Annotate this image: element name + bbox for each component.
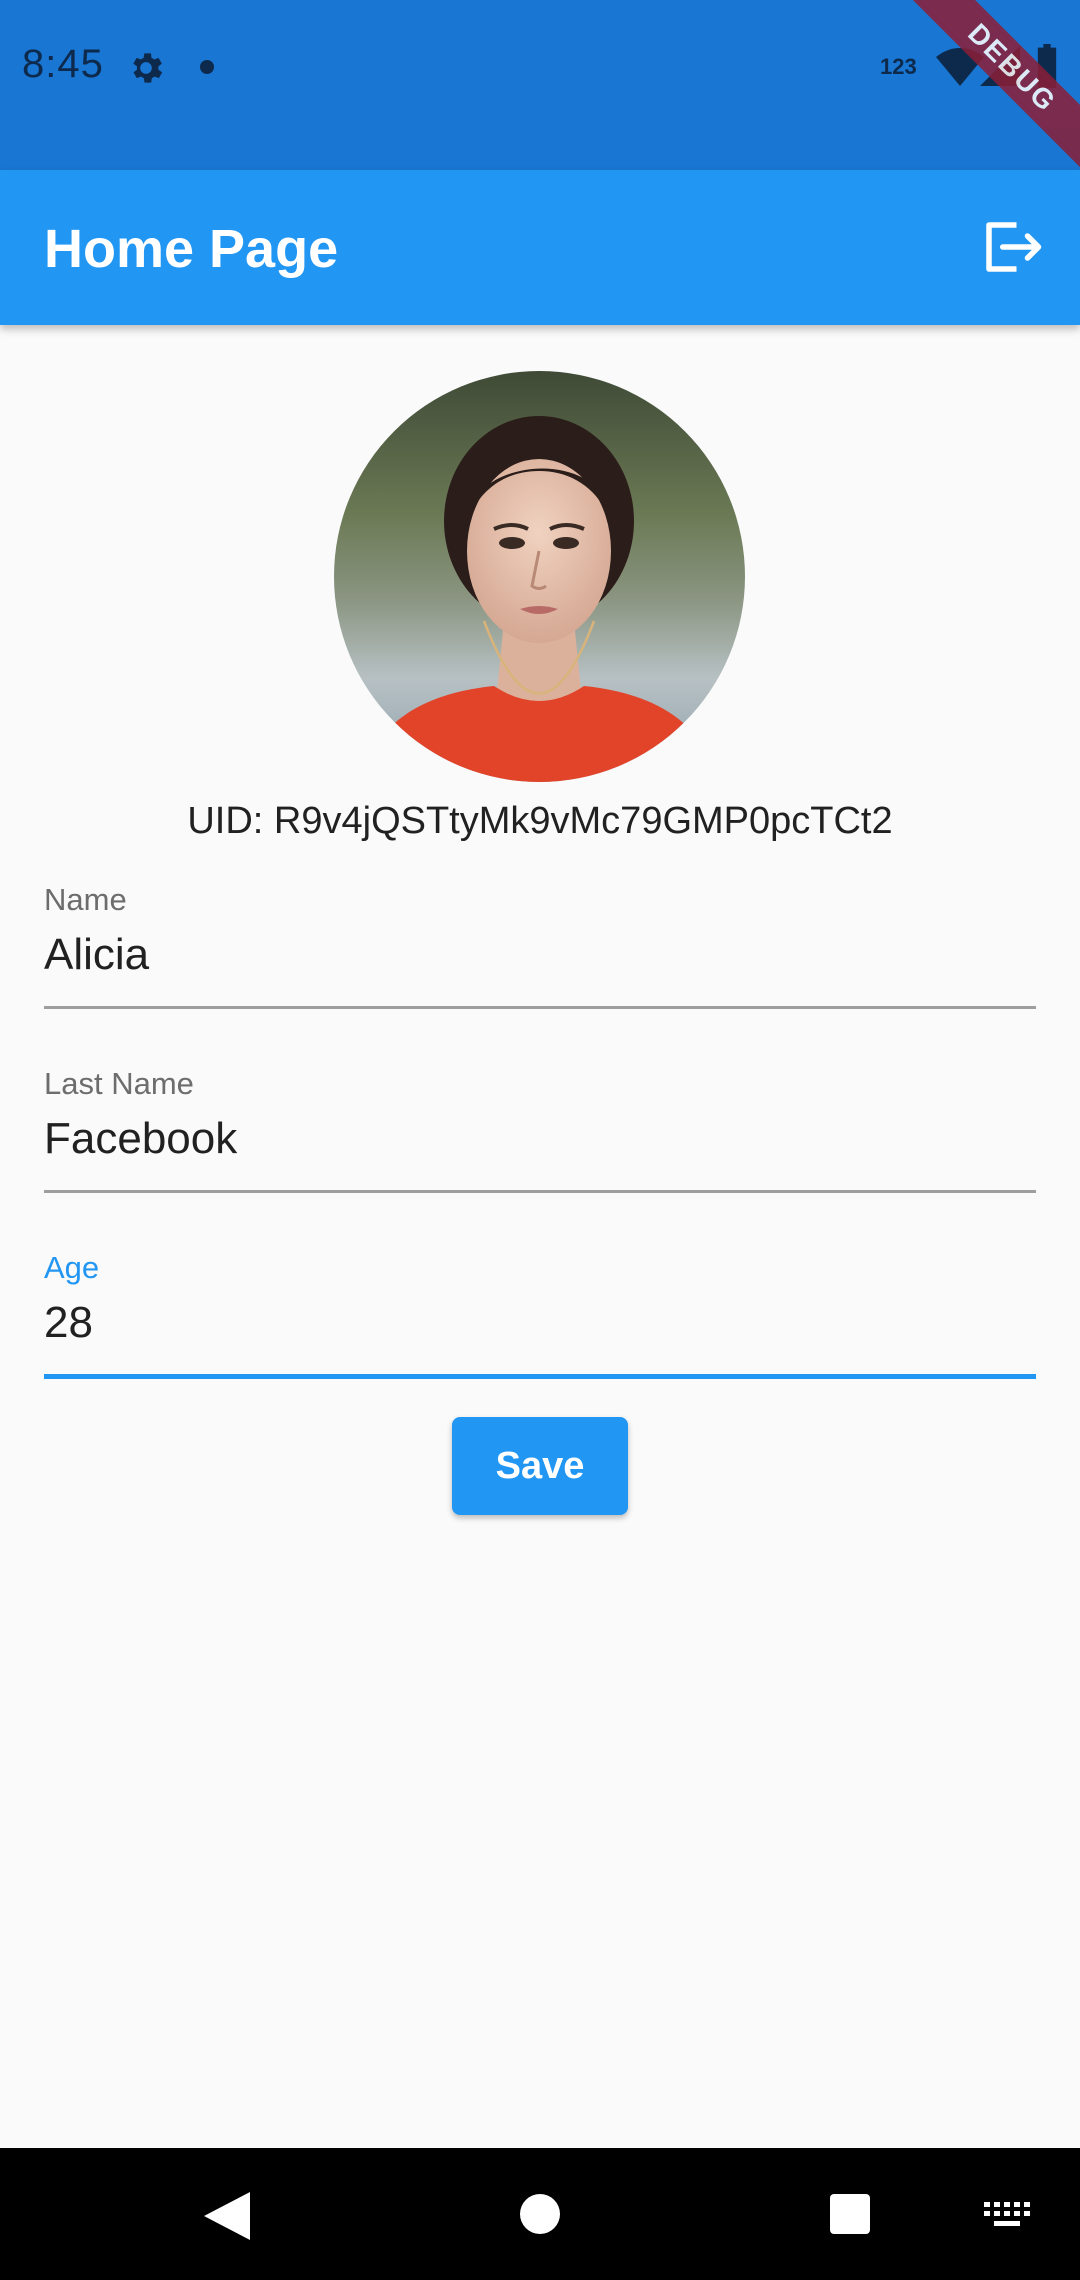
status-bar: 8:45 123	[0, 0, 1080, 170]
notification-dot-icon	[200, 60, 214, 74]
last-name-field-underline	[44, 1190, 1036, 1193]
logout-icon[interactable]	[978, 214, 1044, 280]
navigation-bar	[0, 2148, 1080, 2280]
age-field-label: Age	[44, 1250, 100, 1285]
keyboard-icon[interactable]	[984, 2202, 1030, 2228]
settings-icon	[133, 53, 163, 83]
home-icon[interactable]	[520, 2194, 560, 2234]
home-page-screen: 8:45 123 DEBUG Home Page UID: R9v4jQSTty…	[0, 0, 1080, 2280]
profile-photo	[334, 371, 745, 782]
status-time: 8:45	[22, 42, 104, 86]
age-field[interactable]: Age	[44, 1250, 1036, 1380]
uid-label: UID: R9v4jQSTtyMk9vMc79GMP0pcTCt2	[187, 800, 893, 842]
name-input[interactable]	[44, 922, 1036, 988]
save-button[interactable]: Save	[452, 1417, 628, 1515]
app-bar: Home Page	[0, 170, 1080, 325]
network-type-label: 123	[880, 54, 917, 79]
name-field[interactable]: Name	[44, 882, 1036, 1012]
last-name-field-label: Last Name	[44, 1066, 194, 1101]
age-field-underline	[44, 1374, 1036, 1379]
age-input[interactable]	[44, 1290, 1036, 1356]
name-field-label: Name	[44, 882, 127, 917]
last-name-input[interactable]	[44, 1106, 1036, 1172]
recents-icon[interactable]	[830, 2194, 870, 2234]
avatar	[334, 371, 745, 782]
last-name-field[interactable]: Last Name	[44, 1066, 1036, 1196]
back-icon[interactable]	[204, 2192, 250, 2240]
name-field-underline	[44, 1006, 1036, 1009]
page-title: Home Page	[44, 219, 339, 279]
